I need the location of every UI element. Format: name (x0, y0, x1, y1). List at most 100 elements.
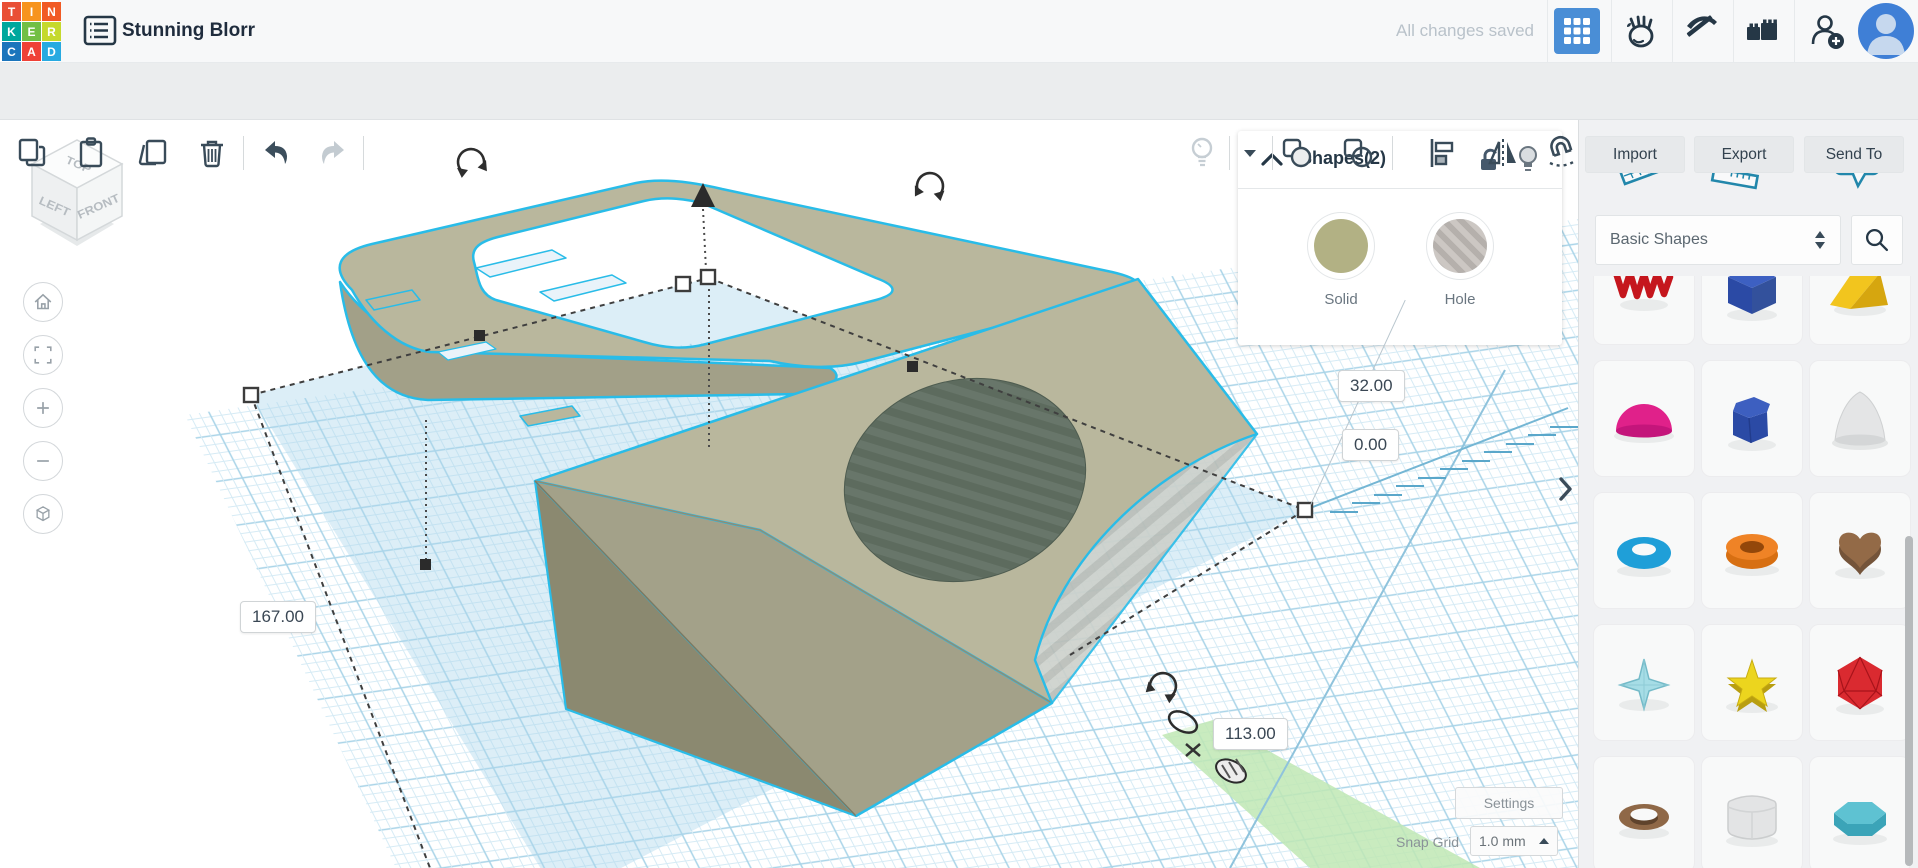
star-icon (1712, 643, 1792, 723)
shape-tile-four-point-star[interactable] (1593, 624, 1695, 741)
edge-handle (907, 361, 918, 372)
invite-button[interactable] (1805, 9, 1849, 53)
four-point-star-icon (1604, 643, 1684, 723)
pickaxe-icon (1681, 11, 1721, 51)
logo-tile: C (2, 42, 21, 61)
half-sphere-icon (1604, 379, 1684, 459)
shape-tile-icosahedron[interactable] (1809, 624, 1911, 741)
tube-icon (1712, 511, 1792, 591)
panel-expand-chevron[interactable] (1556, 474, 1574, 509)
zoom-in-icon (30, 395, 56, 421)
adjust-button[interactable] (1182, 133, 1222, 173)
shape-tile-hexagon[interactable] (1809, 756, 1911, 868)
magnet-icon (1542, 133, 1582, 173)
sim-hand-icon (1620, 11, 1660, 51)
shape-tile-tube[interactable] (1701, 492, 1803, 609)
flip-mirror-icon (1483, 133, 1523, 173)
dimension-elevation-label[interactable]: 0.00 (1342, 429, 1399, 461)
user-avatar[interactable] (1858, 3, 1914, 59)
edit-toolbar: Import Export Send To (0, 62, 1918, 120)
settings-button[interactable]: Settings (1455, 787, 1563, 819)
undo-button[interactable] (256, 133, 296, 173)
logo-tile: I (22, 2, 41, 21)
fit-view-icon (30, 342, 56, 368)
hole-swatch[interactable] (1433, 219, 1487, 273)
shape-category-value: Basic Shapes (1610, 231, 1708, 249)
add-person-icon (1806, 10, 1848, 52)
dimension-height-label[interactable]: 32.00 (1338, 370, 1405, 402)
mode-blocks-button[interactable] (1679, 9, 1723, 53)
redo-button[interactable] (313, 133, 353, 173)
shape-tile-paraboloid[interactable] (1809, 360, 1911, 477)
height-handle (701, 270, 715, 284)
tinkercad-app: 167.00 32.00 0.00 113.00 TOP LEFT FRONT (0, 0, 1918, 868)
edge-handle (420, 559, 431, 570)
corner-handle (244, 388, 258, 402)
shape-tile-heart[interactable] (1809, 492, 1911, 609)
mode-sim-button[interactable] (1618, 9, 1662, 53)
export-button[interactable]: Export (1694, 136, 1794, 173)
align-button[interactable] (1422, 133, 1462, 173)
search-icon (1863, 226, 1891, 254)
duplicate-icon (135, 136, 169, 170)
shape-tile-half-sphere[interactable] (1593, 360, 1695, 477)
avatar-person-icon (1858, 3, 1914, 59)
hexagon-icon (1820, 775, 1900, 855)
shape-tile-polygon[interactable] (1701, 360, 1803, 477)
select-carets-icon (1814, 230, 1826, 250)
box-icon (1712, 276, 1792, 327)
shape-tile-star[interactable] (1701, 624, 1803, 741)
duplicate-button[interactable] (132, 133, 172, 173)
adjust-dropdown-caret[interactable] (1230, 133, 1270, 173)
flip-button[interactable] (1483, 133, 1523, 173)
paste-icon (74, 136, 108, 170)
dimension-width-label[interactable]: 167.00 (240, 601, 316, 633)
perspective-toggle-button[interactable] (23, 494, 63, 534)
zoom-out-button[interactable] (23, 441, 63, 481)
design-menu-icon[interactable] (82, 14, 118, 48)
solid-label: Solid (1311, 291, 1371, 308)
caret-up-icon (1539, 837, 1549, 845)
copy-button[interactable] (12, 133, 52, 173)
send-to-button[interactable]: Send To (1804, 136, 1904, 173)
dice-icon (1712, 775, 1792, 855)
bricks-icon (1742, 11, 1782, 51)
snap-grid-value: 1.0 mm (1479, 833, 1526, 849)
ungroup-icon (1338, 133, 1378, 173)
align-icon (1422, 133, 1462, 173)
ungroup-button[interactable] (1338, 133, 1378, 173)
apps-grid-icon (1563, 17, 1591, 45)
paste-button[interactable] (71, 133, 111, 173)
lightbulb-tool-icon (1185, 135, 1219, 171)
shape-tile-scribble[interactable] (1593, 276, 1695, 345)
shape-tile-dice[interactable] (1701, 756, 1803, 868)
shape-tile-ring[interactable] (1593, 756, 1695, 868)
icosahedron-icon (1820, 643, 1900, 723)
shape-search-button[interactable] (1851, 215, 1903, 265)
snap-grid-label: Snap Grid (1396, 834, 1459, 850)
home-view-button[interactable] (23, 282, 63, 322)
group-button[interactable] (1277, 133, 1317, 173)
fit-view-button[interactable] (23, 335, 63, 375)
dimension-depth-label[interactable]: 113.00 (1213, 718, 1288, 750)
shape-category-select[interactable]: Basic Shapes (1595, 215, 1841, 265)
design-title[interactable]: Stunning Blorr (122, 0, 255, 62)
tinkercad-logo[interactable]: T I N K E R C A D (0, 0, 58, 62)
zoom-in-button[interactable] (23, 388, 63, 428)
scribble-icon (1604, 276, 1684, 327)
copy-icon (15, 136, 49, 170)
gallery-scrollbar[interactable] (1905, 536, 1913, 866)
solid-swatch[interactable] (1314, 219, 1368, 273)
import-button[interactable]: Import (1585, 136, 1685, 173)
shape-tile-box[interactable] (1701, 276, 1803, 345)
delete-button[interactable] (192, 133, 232, 173)
logo-tile: T (2, 2, 21, 21)
redo-icon (315, 135, 351, 171)
snap-grid-dropdown[interactable]: 1.0 mm (1470, 826, 1558, 856)
shape-tile-torus[interactable] (1593, 492, 1695, 609)
mode-3d-design-button[interactable] (1554, 8, 1600, 54)
shape-tile-roof[interactable] (1809, 276, 1911, 345)
mode-bricks-button[interactable] (1740, 9, 1784, 53)
snap-magnet-button[interactable] (1542, 133, 1582, 173)
paraboloid-icon (1820, 379, 1900, 459)
